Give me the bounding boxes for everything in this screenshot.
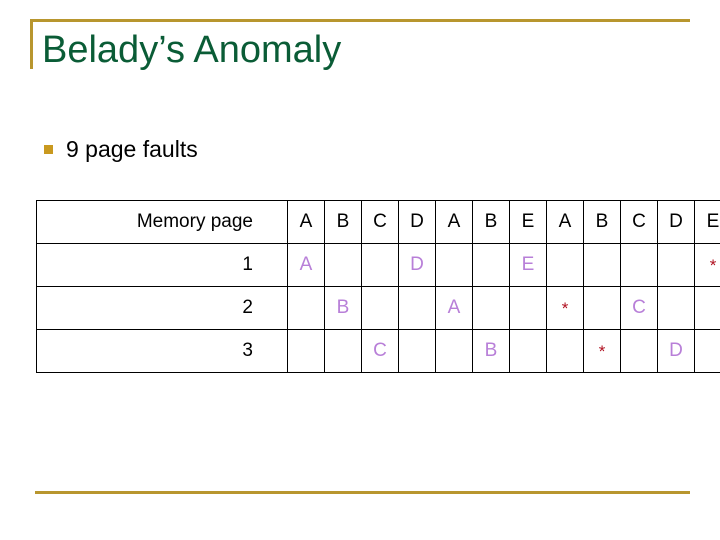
column-header-ref-4: D: [398, 200, 436, 244]
cell-r1c10: [620, 243, 658, 287]
column-header-memory-page: Memory page: [36, 200, 288, 244]
column-header-ref-8: A: [546, 200, 584, 244]
cell-r1c9: [583, 243, 621, 287]
row-label-frame-1: 1: [36, 243, 288, 287]
cell-r2c12: [694, 286, 720, 330]
cell-r3c6: B: [472, 329, 510, 373]
cell-r2c9: [583, 286, 621, 330]
table-header-row: Memory page A B C D A B E A B C D E: [36, 200, 720, 244]
table-header: Memory page A B C D A B E A B C D E: [36, 200, 720, 244]
row-label-frame-2: 2: [36, 286, 288, 330]
cell-r3c3: C: [361, 329, 399, 373]
column-header-ref-11: D: [657, 200, 695, 244]
table-row: 3 C B * D: [36, 329, 720, 373]
cell-r3c7: [509, 329, 547, 373]
cell-r2c5: A: [435, 286, 473, 330]
cell-r2c4: [398, 286, 436, 330]
page-title: Belady’s Anomaly: [42, 29, 342, 71]
column-header-ref-12: E: [694, 200, 720, 244]
cell-r1c4: D: [398, 243, 436, 287]
cell-r1c2: [324, 243, 362, 287]
column-header-ref-3: C: [361, 200, 399, 244]
cell-r2c6: [472, 286, 510, 330]
cell-r1c5: [435, 243, 473, 287]
bullet-list-item: 9 page faults: [44, 135, 198, 163]
column-header-ref-7: E: [509, 200, 547, 244]
square-bullet-icon: [44, 144, 53, 154]
title-top-rule: [30, 19, 690, 22]
cell-r3c8: [546, 329, 584, 373]
slide-canvas: Belady’s Anomaly 9 page faults Memory pa…: [0, 0, 720, 540]
cell-r1c12: *: [694, 243, 720, 287]
cell-r3c2: [324, 329, 362, 373]
cell-r3c12: [694, 329, 720, 373]
cell-r1c11: [657, 243, 695, 287]
row-label-frame-3: 3: [36, 329, 288, 373]
bullet-item-label: 9 page faults: [66, 136, 198, 162]
cell-r2c7: [509, 286, 547, 330]
column-header-ref-5: A: [435, 200, 473, 244]
cell-r1c6: [472, 243, 510, 287]
cell-r1c3: [361, 243, 399, 287]
page-replacement-table: Memory page A B C D A B E A B C D E 1 A: [36, 200, 720, 373]
cell-r3c11: D: [657, 329, 695, 373]
cell-r1c7: E: [509, 243, 547, 287]
cell-r2c10: C: [620, 286, 658, 330]
title-left-rule: [30, 19, 33, 69]
cell-r3c10: [620, 329, 658, 373]
table-row: 1 A D E *: [36, 243, 720, 287]
column-header-ref-6: B: [472, 200, 510, 244]
column-header-ref-9: B: [583, 200, 621, 244]
cell-r3c1: [287, 329, 325, 373]
cell-r2c2: B: [324, 286, 362, 330]
table-body: 1 A D E * 2 B A * C 3 C B * D: [36, 243, 720, 373]
cell-r1c1: A: [287, 243, 325, 287]
column-header-ref-10: C: [620, 200, 658, 244]
cell-r2c1: [287, 286, 325, 330]
cell-r1c8: [546, 243, 584, 287]
cell-r2c8: *: [546, 286, 584, 330]
footer-rule: [35, 491, 690, 494]
cell-r2c3: [361, 286, 399, 330]
column-header-ref-1: A: [287, 200, 325, 244]
column-header-ref-2: B: [324, 200, 362, 244]
cell-r3c4: [398, 329, 436, 373]
cell-r3c5: [435, 329, 473, 373]
cell-r3c9: *: [583, 329, 621, 373]
cell-r2c11: [657, 286, 695, 330]
table-row: 2 B A * C: [36, 286, 720, 330]
